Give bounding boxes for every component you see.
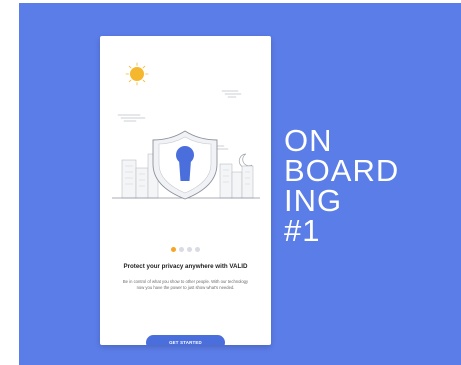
title-line: #1 <box>284 213 321 248</box>
onboarding-illustration <box>112 62 260 200</box>
pagination-dot[interactable] <box>187 247 192 252</box>
get-started-button[interactable]: GET STARTED <box>146 335 225 345</box>
presentation-background: Protect your privacy anywhere with VALID… <box>19 3 461 365</box>
presentation-title: ON BOARD ING #1 <box>284 123 400 248</box>
onboarding-headline: Protect your privacy anywhere with VALID <box>123 263 248 270</box>
pagination-dot-active[interactable] <box>171 247 176 252</box>
shield-lock-icon <box>152 130 218 200</box>
sun-icon <box>125 62 149 86</box>
pagination-dot[interactable] <box>179 247 184 252</box>
onboarding-description: Be in control of what you show to other … <box>122 279 249 291</box>
title-line: ING <box>284 183 343 218</box>
pagination-dot[interactable] <box>195 247 200 252</box>
onboarding-screen: Protect your privacy anywhere with VALID… <box>100 36 271 345</box>
title-line: ON <box>284 123 333 158</box>
pagination-dots <box>100 247 271 252</box>
title-line: BOARD <box>284 153 400 188</box>
